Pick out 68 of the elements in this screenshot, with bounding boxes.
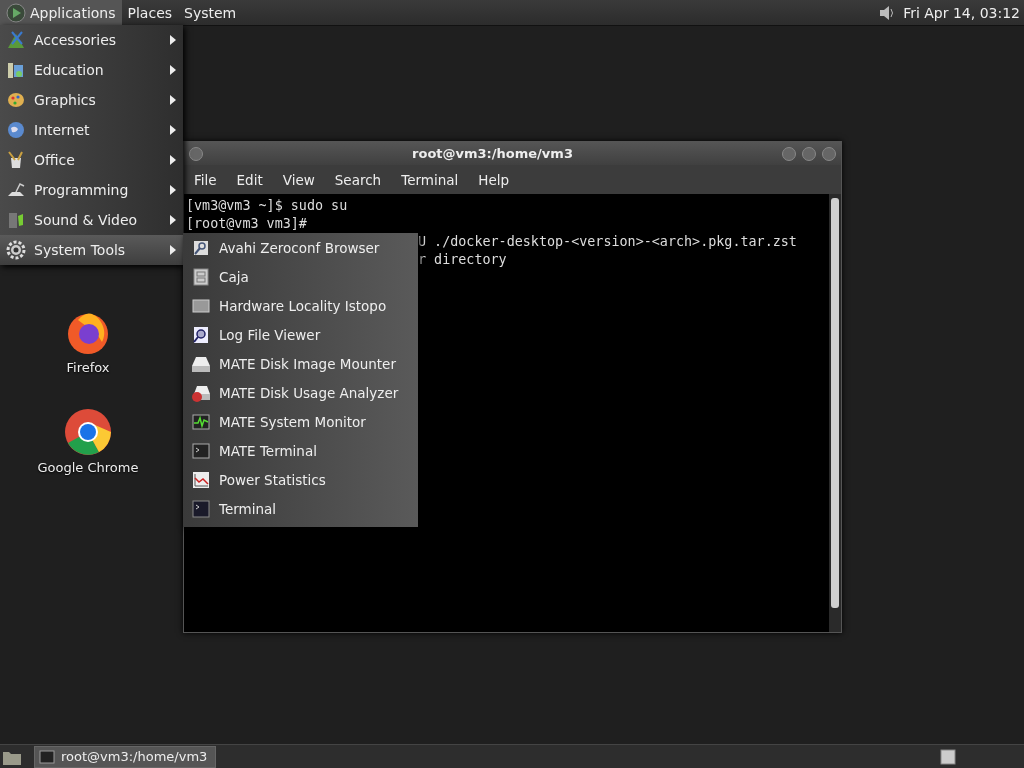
menu-item[interactable]: Sound & Video (0, 205, 183, 235)
window-menu-icon[interactable] (188, 145, 204, 162)
workspace-icon[interactable] (940, 748, 956, 765)
menu-item[interactable]: Terminal (183, 494, 418, 523)
menu-item[interactable]: Hardware Locality Istopo (183, 291, 418, 320)
search-icon (191, 324, 211, 345)
submenu-arrow-icon (169, 34, 177, 46)
submenu-arrow-icon (169, 154, 177, 166)
menu-item[interactable]: System Tools (0, 235, 183, 265)
menu-item[interactable]: Internet (0, 115, 183, 145)
panel-menu[interactable]: Places (121, 0, 179, 25)
menu-item[interactable]: Search (324, 171, 392, 188)
film-icon (6, 210, 26, 230)
menu-item[interactable]: View (272, 171, 325, 188)
terminal-line: U ./docker-desktop-<version>-<arch>.pkg.tar.zst (418, 233, 798, 251)
menu-item[interactable]: Power Statistics (183, 465, 418, 494)
menu-item[interactable]: Graphics (0, 85, 183, 115)
books-icon (6, 60, 26, 80)
menu-item[interactable]: MATE Terminal (183, 436, 418, 465)
menu-item[interactable]: MATE System Monitor (183, 407, 418, 436)
menu-item[interactable]: Education (0, 55, 183, 85)
globe-icon (6, 120, 26, 140)
menu-item[interactable]: File (184, 171, 227, 188)
palette-icon (6, 90, 26, 110)
terminal-icon (191, 440, 211, 461)
terminal-line: [vm3@vm3 ~]$ sudo su (186, 197, 349, 215)
terminal-line: [root@vm3 vm3]# (186, 215, 308, 233)
gear-icon (6, 240, 26, 260)
submenu-arrow-icon (169, 64, 177, 76)
menu-item[interactable]: Caja (183, 262, 418, 291)
menu-item[interactable]: Terminal (391, 171, 469, 188)
minimize-button[interactable] (781, 145, 797, 162)
menu-item[interactable]: MATE Disk Image Mounter (183, 349, 418, 378)
maximize-button[interactable] (801, 145, 817, 162)
panel-menu[interactable]: System (178, 0, 243, 25)
terminal-icon (191, 498, 211, 519)
submenu-arrow-icon (169, 214, 177, 226)
accessories-icon (6, 30, 26, 50)
menu-item[interactable]: Accessories (0, 25, 183, 55)
desktop-icon-label[interactable]: Google Chrome (37, 460, 139, 475)
submenu-arrow-icon (169, 184, 177, 196)
desktop-icon-label[interactable]: Firefox (66, 360, 110, 375)
menu-item[interactable]: Log File Viewer (183, 320, 418, 349)
terminal-line: r directory (418, 251, 508, 269)
menu-item[interactable]: MATE Disk Usage Analyzer (183, 378, 418, 407)
cabinet-icon (191, 266, 211, 287)
drive-icon (191, 354, 211, 373)
clock: Fri Apr 14, 03:12 (902, 4, 1021, 21)
submenu-arrow-icon (169, 124, 177, 136)
menu-item[interactable]: Programming (0, 175, 183, 205)
submenu-arrow-icon (169, 244, 177, 256)
terminal-icon (39, 749, 55, 764)
panel-menu[interactable]: Applications (0, 0, 122, 25)
submenu-arrow-icon (169, 94, 177, 106)
chart-icon (191, 469, 211, 490)
menu-item[interactable]: Help (468, 171, 520, 188)
monitor-icon (191, 411, 211, 432)
drive-icon (191, 383, 211, 402)
chrome-icon[interactable] (64, 408, 112, 456)
paint-bucket-icon (6, 150, 26, 170)
taskbar-button[interactable]: root@vm3:/home/vm3 (34, 745, 217, 768)
window-title: root@vm3:/home/vm3 (411, 146, 574, 161)
logo-icon (6, 2, 26, 23)
scrollbar[interactable] (829, 194, 841, 632)
menu-item[interactable]: Office (0, 145, 183, 175)
menu-item[interactable]: Edit (226, 171, 273, 188)
menu-item[interactable]: Avahi Zeroconf Browser (183, 233, 418, 262)
close-button[interactable] (821, 145, 837, 162)
